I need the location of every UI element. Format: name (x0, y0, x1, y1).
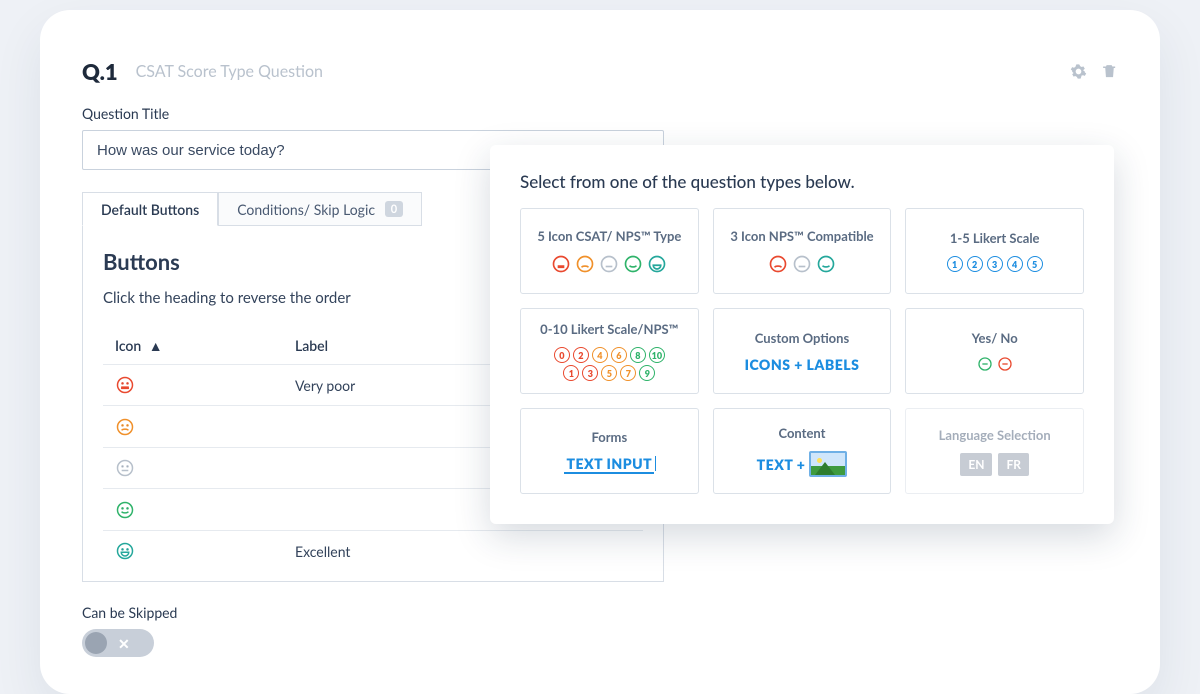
option-graphic (551, 254, 667, 274)
num-3-icon: 3 (987, 256, 1003, 272)
option-3-icon-nps[interactable]: 3 Icon NPS™ Compatible (713, 208, 892, 294)
trash-icon[interactable] (1101, 63, 1118, 80)
num-4-icon: 4 (1007, 256, 1023, 272)
num-10-icon: 10 (649, 347, 665, 363)
option-title: Custom Options (755, 330, 849, 346)
no-icon (997, 356, 1013, 372)
option-title: 5 Icon CSAT/ NPS™ Type (537, 228, 681, 244)
image-placeholder-icon (809, 451, 847, 477)
lang-en-chip: EN (960, 453, 992, 476)
num-7-icon: 7 (620, 365, 636, 381)
conditions-count-badge: 0 (385, 201, 403, 217)
num-4-icon: 4 (592, 347, 608, 363)
header-actions (1070, 63, 1118, 80)
option-graphic (977, 356, 1013, 372)
col-icon-header[interactable]: Icon ▲ (103, 327, 283, 365)
option-forms[interactable]: Forms TEXT INPUT (520, 408, 699, 494)
option-language-selection: Language Selection EN FR (905, 408, 1084, 494)
question-number: Q.1 (82, 58, 118, 85)
question-type-label: CSAT Score Type Question (136, 62, 323, 81)
lang-fr-chip: FR (998, 453, 1029, 476)
sort-asc-icon: ▲ (149, 337, 163, 354)
question-title-label: Question Title (82, 105, 1118, 122)
yes-icon (977, 356, 993, 372)
content-text-label: TEXT + (757, 456, 806, 473)
row-label: Excellent (283, 530, 643, 571)
face-sad-icon (115, 417, 135, 437)
toggle-x-icon: ✕ (118, 635, 130, 653)
num-9-icon: 9 (639, 365, 655, 381)
table-row[interactable]: Excellent (103, 530, 643, 571)
skip-toggle[interactable]: ✕ (82, 629, 154, 657)
option-likert-0-10[interactable]: 0-10 Likert Scale/NPS™ 0 2 4 6 8 10 1 3 … (520, 308, 699, 394)
face-excellent-icon (115, 541, 135, 561)
option-title: 1-5 Likert Scale (950, 230, 1040, 246)
option-yes-no[interactable]: Yes/ No (905, 308, 1084, 394)
face-neutral-icon (115, 458, 135, 478)
gear-icon[interactable] (1070, 63, 1087, 80)
option-title: Yes/ No (972, 330, 1018, 346)
face-angry-icon (115, 375, 135, 395)
option-content[interactable]: Content TEXT + (713, 408, 892, 494)
face-angry-icon (551, 254, 571, 274)
option-graphic: ICONS + LABELS (745, 356, 860, 373)
face-neutral-icon (792, 254, 812, 274)
face-excellent-icon (647, 254, 667, 274)
skip-label: Can be Skipped (82, 604, 1118, 621)
option-title: Forms (591, 429, 627, 445)
num-8-icon: 8 (630, 347, 646, 363)
num-2-icon: 2 (967, 256, 983, 272)
num-5-icon: 5 (1027, 256, 1043, 272)
col-icon-label: Icon (115, 337, 141, 354)
option-graphic: 1 2 3 4 5 (947, 256, 1043, 272)
option-graphic (768, 254, 836, 274)
tab-default-buttons-label: Default Buttons (101, 201, 199, 218)
tab-conditions[interactable]: Conditions/ Skip Logic 0 (218, 192, 422, 226)
num-1-icon: 1 (563, 365, 579, 381)
option-custom[interactable]: Custom Options ICONS + LABELS (713, 308, 892, 394)
option-title: 0-10 Likert Scale/NPS™ (540, 321, 678, 337)
tab-conditions-label: Conditions/ Skip Logic (237, 201, 375, 218)
option-likert-1-5[interactable]: 1-5 Likert Scale 1 2 3 4 5 (905, 208, 1084, 294)
option-graphic: EN FR (960, 453, 1029, 476)
skip-section: Can be Skipped ✕ (82, 604, 1118, 657)
col-label-label: Label (295, 337, 328, 354)
option-graphic: TEXT + (757, 451, 848, 477)
tab-default-buttons[interactable]: Default Buttons (82, 192, 218, 226)
num-6-icon: 6 (611, 347, 627, 363)
option-graphic: TEXT INPUT (564, 455, 654, 474)
face-sad-icon (575, 254, 595, 274)
num-2-icon: 2 (573, 347, 589, 363)
face-sad-icon (768, 254, 788, 274)
num-1-icon: 1 (947, 256, 963, 272)
num-5-icon: 5 (601, 365, 617, 381)
face-happy-icon (623, 254, 643, 274)
option-graphic: 0 2 4 6 8 10 1 3 5 7 9 (554, 347, 665, 381)
toggle-knob (85, 632, 107, 654)
option-title: Content (779, 425, 826, 441)
chooser-grid: 5 Icon CSAT/ NPS™ Type 3 Icon NPS™ Compa… (520, 208, 1084, 494)
option-title: 3 Icon NPS™ Compatible (730, 228, 873, 244)
num-0-icon: 0 (554, 347, 570, 363)
option-5-icon-csat[interactable]: 5 Icon CSAT/ NPS™ Type (520, 208, 699, 294)
face-neutral-icon (599, 254, 619, 274)
chooser-title: Select from one of the question types be… (520, 171, 1084, 192)
option-title: Language Selection (939, 427, 1051, 443)
question-header-row: Q.1 CSAT Score Type Question (82, 58, 1118, 85)
question-type-chooser: Select from one of the question types be… (490, 145, 1114, 524)
face-happy-icon (816, 254, 836, 274)
num-3-icon: 3 (582, 365, 598, 381)
face-happy-icon (115, 500, 135, 520)
